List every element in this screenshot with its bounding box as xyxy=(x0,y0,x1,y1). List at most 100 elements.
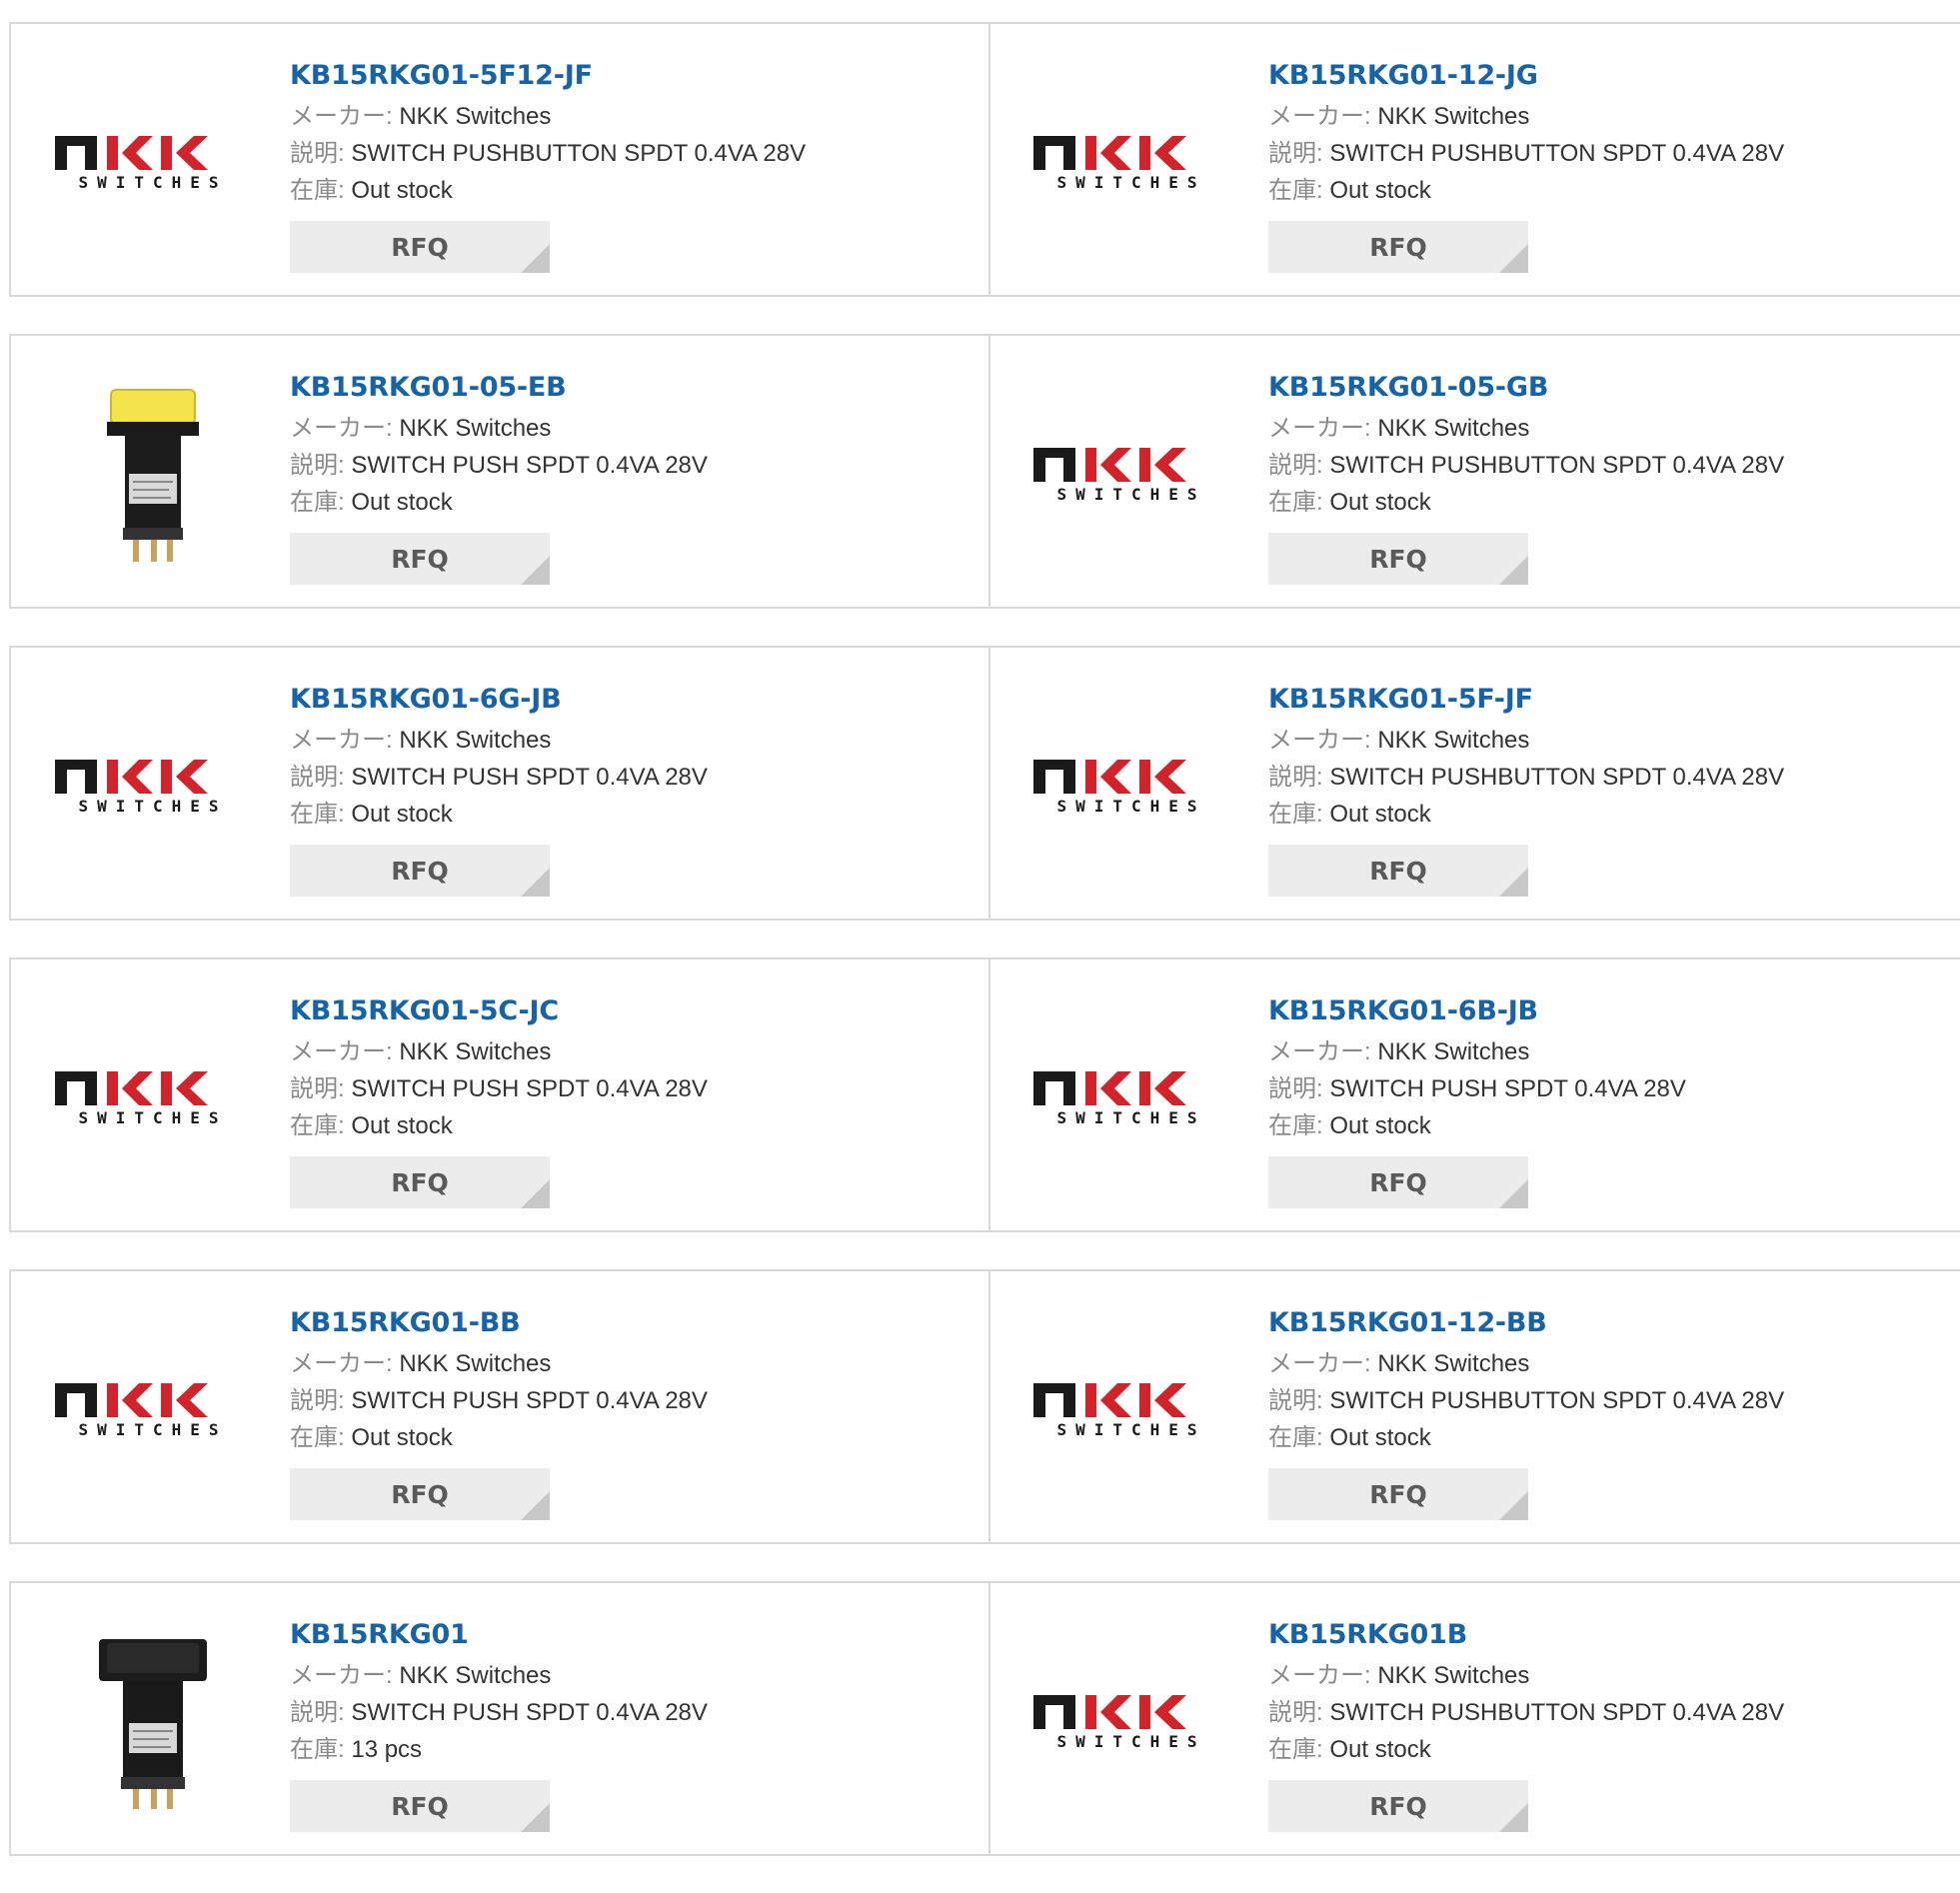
description-line: 説明: SWITCH PUSH SPDT 0.4VA 28V xyxy=(290,447,708,484)
description-line: 説明: SWITCH PUSH SPDT 0.4VA 28V xyxy=(290,759,708,796)
product-name-link[interactable]: KB15RKG01-5F-JF xyxy=(1268,678,1784,722)
stock-label: 在庫: xyxy=(1268,1112,1323,1139)
maker-value: NKK Switches xyxy=(1377,103,1530,130)
product-name-link[interactable]: KB15RKG01-12-BB xyxy=(1268,1301,1784,1345)
rfq-label: RFQ xyxy=(391,1479,449,1509)
maker-line: メーカー: NKK Switches xyxy=(1268,410,1784,447)
product-image[interactable]: SWITCHES xyxy=(1028,1313,1233,1503)
nkk-logo: SWITCHES xyxy=(1032,1071,1196,1127)
maker-label: メーカー: xyxy=(290,727,393,754)
product-image[interactable]: SWITCHES xyxy=(1028,378,1233,568)
maker-value: NKK Switches xyxy=(399,415,552,442)
product-name-link[interactable]: KB15RKG01-5C-JC xyxy=(290,989,708,1033)
maker-line: メーカー: NKK Switches xyxy=(290,98,806,135)
rfq-button[interactable]: RFQ xyxy=(290,1780,550,1832)
description-label: 説明: xyxy=(290,1699,345,1726)
product-image[interactable]: SWITCHES xyxy=(50,1313,255,1503)
description-value: SWITCH PUSHBUTTON SPDT 0.4VA 28V xyxy=(1329,764,1785,791)
product-info: KB15RKG01-12-BB メーカー: NKK Switches 説明: S… xyxy=(1268,1301,1784,1520)
description-label: 説明: xyxy=(1268,452,1323,479)
product-image[interactable] xyxy=(50,378,255,568)
product-name-link[interactable]: KB15RKG01-6G-JB xyxy=(290,678,708,722)
product-name-link[interactable]: KB15RKG01-6B-JB xyxy=(1268,989,1686,1033)
product-row: KB15RKG01-05-EB メーカー: NKK Switches 説明: S… xyxy=(9,334,1960,609)
product-info: KB15RKG01-12-JG メーカー: NKK Switches 説明: S… xyxy=(1268,54,1784,273)
rfq-button[interactable]: RFQ xyxy=(290,221,550,273)
rfq-button[interactable]: RFQ xyxy=(1268,533,1528,585)
maker-label: メーカー: xyxy=(290,1038,393,1065)
rfq-button[interactable]: RFQ xyxy=(290,845,550,897)
rfq-label: RFQ xyxy=(1369,856,1427,886)
product-name-link[interactable]: KB15RKG01B xyxy=(1268,1613,1784,1657)
corner-triangle-icon xyxy=(1499,868,1528,897)
stock-label: 在庫: xyxy=(290,801,345,828)
maker-value: NKK Switches xyxy=(399,1350,552,1377)
maker-line: メーカー: NKK Switches xyxy=(290,722,708,759)
product-card: SWITCHES KB15RKG01-05-GB メーカー: NKK Switc… xyxy=(988,336,1960,607)
logo-subtext: SWITCHES xyxy=(1056,797,1205,816)
product-name-link[interactable]: KB15RKG01-05-EB xyxy=(290,366,708,410)
rfq-button[interactable]: RFQ xyxy=(1268,1780,1528,1832)
stock-value: Out stock xyxy=(351,1424,453,1451)
logo-subtext: SWITCHES xyxy=(78,797,227,816)
nkk-logo: SWITCHES xyxy=(1032,136,1205,192)
product-image[interactable]: SWITCHES xyxy=(50,690,255,880)
rfq-button[interactable]: RFQ xyxy=(1268,1468,1528,1520)
maker-label: メーカー: xyxy=(290,1350,393,1377)
product-image[interactable]: SWITCHES xyxy=(50,66,255,256)
description-label: 説明: xyxy=(290,452,345,479)
maker-label: メーカー: xyxy=(1268,1350,1371,1377)
description-label: 説明: xyxy=(290,764,345,791)
description-label: 説明: xyxy=(1268,140,1323,167)
maker-label: メーカー: xyxy=(1268,415,1371,442)
product-name-link[interactable]: KB15RKG01-12-JG xyxy=(1268,54,1784,98)
stock-label: 在庫: xyxy=(1268,489,1323,516)
rfq-button[interactable]: RFQ xyxy=(290,533,550,585)
product-image[interactable]: SWITCHES xyxy=(1028,1001,1233,1191)
corner-triangle-icon xyxy=(521,1179,550,1208)
rfq-button[interactable]: RFQ xyxy=(290,1468,550,1520)
rfq-button[interactable]: RFQ xyxy=(1268,845,1528,897)
description-line: 説明: SWITCH PUSH SPDT 0.4VA 28V xyxy=(290,1694,708,1731)
rfq-button[interactable]: RFQ xyxy=(1268,221,1528,273)
product-name-link[interactable]: KB15RKG01-05-GB xyxy=(1268,366,1784,410)
stock-line: 在庫: Out stock xyxy=(1268,1419,1784,1456)
corner-triangle-icon xyxy=(521,556,550,585)
nkk-logo: SWITCHES xyxy=(54,1071,218,1127)
maker-value: NKK Switches xyxy=(399,727,552,754)
logo-subtext: SWITCHES xyxy=(1056,173,1205,192)
rfq-label: RFQ xyxy=(1369,1791,1427,1821)
product-name-link[interactable]: KB15RKG01-BB xyxy=(290,1301,708,1345)
description-value: SWITCH PUSHBUTTON SPDT 0.4VA 28V xyxy=(1329,1387,1785,1414)
description-value: SWITCH PUSH SPDT 0.4VA 28V xyxy=(351,1387,708,1414)
rfq-button[interactable]: RFQ xyxy=(1268,1156,1528,1208)
description-value: SWITCH PUSHBUTTON SPDT 0.4VA 28V xyxy=(1329,1699,1785,1726)
nkk-logo: SWITCHES xyxy=(54,1383,218,1439)
product-name-link[interactable]: KB15RKG01 xyxy=(290,1613,708,1657)
nkk-logo: SWITCHES xyxy=(1032,448,1196,504)
rfq-button[interactable]: RFQ xyxy=(290,1156,550,1208)
nkk-logo: SWITCHES xyxy=(54,136,218,192)
description-line: 説明: SWITCH PUSHBUTTON SPDT 0.4VA 28V xyxy=(1268,135,1784,172)
stock-line: 在庫: Out stock xyxy=(1268,796,1784,833)
description-value: SWITCH PUSH SPDT 0.4VA 28V xyxy=(1329,1075,1686,1102)
corner-triangle-icon xyxy=(521,1491,550,1520)
product-image[interactable]: SWITCHES xyxy=(1028,690,1233,880)
product-image[interactable] xyxy=(50,1625,255,1815)
stock-value: Out stock xyxy=(1329,1424,1431,1451)
black-switch-photo xyxy=(98,1639,207,1809)
maker-label: メーカー: xyxy=(1268,1038,1371,1065)
maker-line: メーカー: NKK Switches xyxy=(1268,722,1784,759)
product-name-link[interactable]: KB15RKG01-5F12-JF xyxy=(290,54,806,98)
product-image[interactable]: SWITCHES xyxy=(50,1001,255,1191)
product-card: SWITCHES KB15RKG01-5C-JC メーカー: NKK Switc… xyxy=(11,959,988,1230)
product-image[interactable]: SWITCHES xyxy=(1028,1625,1233,1815)
product-info: KB15RKG01-6G-JB メーカー: NKK Switches 説明: S… xyxy=(290,678,708,897)
product-card: SWITCHES KB15RKG01-12-JG メーカー: NKK Switc… xyxy=(988,24,1960,295)
product-image[interactable]: SWITCHES xyxy=(1028,66,1233,256)
description-value: SWITCH PUSH SPDT 0.4VA 28V xyxy=(351,1699,708,1726)
product-card: KB15RKG01 メーカー: NKK Switches 説明: SWITCH … xyxy=(11,1583,988,1854)
stock-line: 在庫: Out stock xyxy=(290,796,708,833)
description-value: SWITCH PUSHBUTTON SPDT 0.4VA 28V xyxy=(351,140,807,167)
maker-line: メーカー: NKK Switches xyxy=(290,1657,708,1694)
